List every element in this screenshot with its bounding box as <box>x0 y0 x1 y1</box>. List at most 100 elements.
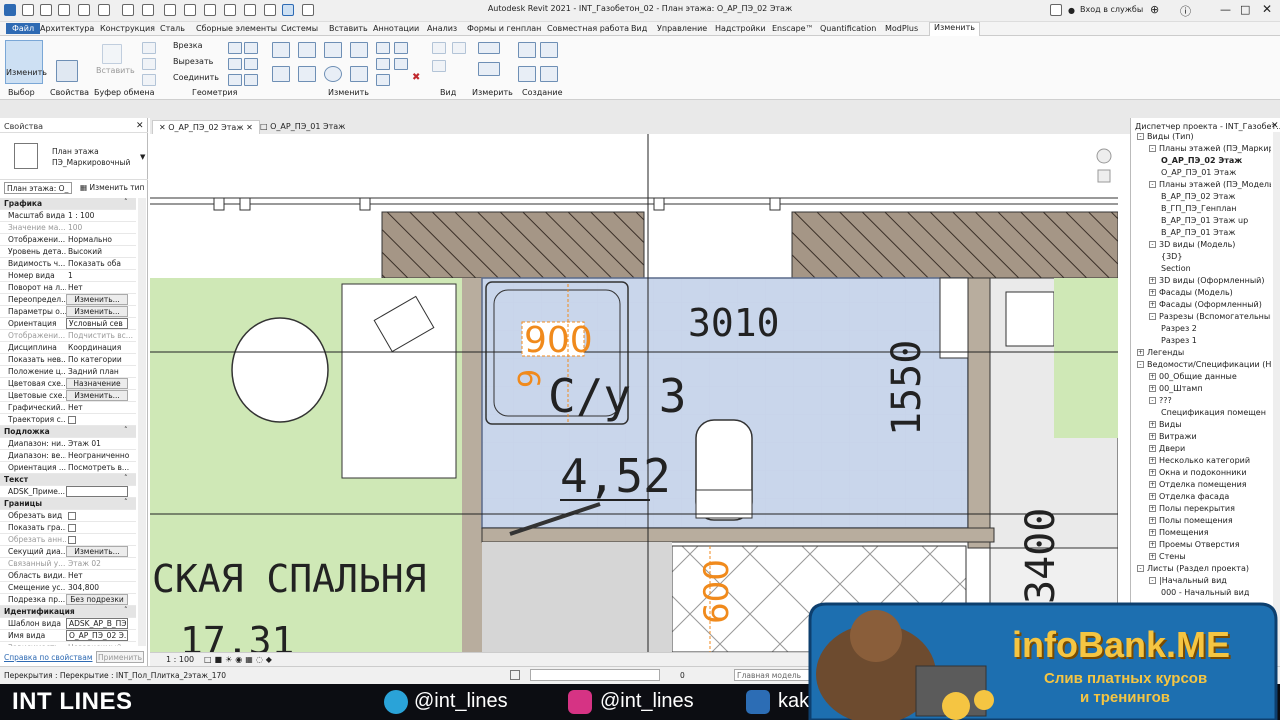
browser-item[interactable]: - Планы этажей (ПЭ_Модель <box>1149 180 1271 189</box>
browser-item[interactable]: Section <box>1161 264 1191 273</box>
property-value[interactable]: Независимый <box>68 643 134 646</box>
tab-13[interactable]: Надстройки <box>715 24 766 33</box>
property-value[interactable]: Координация <box>68 343 134 352</box>
browser-item[interactable]: + Окна и подоконники <box>1149 468 1247 477</box>
rotate-icon[interactable] <box>324 66 342 82</box>
tab-2[interactable]: Конструкция <box>100 24 155 33</box>
browser-item[interactable]: + Несколько категорий <box>1149 456 1250 465</box>
property-row[interactable]: Цветовая схе... Назначение <box>0 378 136 390</box>
browser-item[interactable]: + Полы помещения <box>1149 516 1233 525</box>
property-row[interactable]: Имя вида О_АР_ПЭ_02 Э... <box>0 630 136 642</box>
close-icon[interactable]: ✕ <box>159 123 166 132</box>
offset-icon[interactable] <box>298 42 316 58</box>
property-checkbox[interactable] <box>68 536 76 544</box>
expand-icon[interactable]: + <box>1149 385 1156 392</box>
property-edit-button[interactable]: Изменить... <box>66 390 128 401</box>
property-value[interactable]: Нормально <box>68 235 134 244</box>
tab-0[interactable]: Файл <box>6 23 41 34</box>
property-input[interactable]: Условный сев <box>66 318 128 329</box>
property-section[interactable]: Подложка ˄ <box>0 426 136 438</box>
collapse-icon[interactable]: - <box>1149 145 1156 152</box>
property-checkbox[interactable] <box>68 512 76 520</box>
tab-8[interactable]: Анализ <box>427 24 457 33</box>
property-edit-button[interactable]: Назначение <box>66 378 128 389</box>
cope-label[interactable]: Врезка <box>173 41 202 50</box>
collapse-icon[interactable]: ˄ <box>124 198 128 206</box>
browser-item[interactable]: + Проемы Отверстия <box>1149 540 1240 549</box>
property-value[interactable]: Нет <box>68 571 134 580</box>
geom-icon-1[interactable] <box>228 42 242 54</box>
tab-16[interactable]: ModPlus <box>885 24 918 33</box>
expand-icon[interactable]: + <box>1149 529 1156 536</box>
geom-icon-5[interactable] <box>228 74 242 86</box>
ribbon-group-1[interactable]: Свойства <box>50 88 89 97</box>
property-row[interactable]: Диапазон: ве... Неограниченно <box>0 450 136 462</box>
cut-icon[interactable] <box>142 42 156 54</box>
create-group-icon[interactable] <box>518 66 536 82</box>
property-edit-button[interactable]: Изменить... <box>66 306 128 317</box>
join-label[interactable]: Соединить <box>173 73 219 82</box>
expand-icon[interactable]: + <box>1149 373 1156 380</box>
browser-item[interactable]: В_АР_ПЭ_01 Этаж <box>1161 228 1235 237</box>
property-input[interactable] <box>66 486 128 497</box>
property-value[interactable]: Подчистить вс... <box>68 331 134 340</box>
collapse-icon[interactable]: ˄ <box>124 606 128 614</box>
expand-icon[interactable]: + <box>1149 277 1156 284</box>
property-value[interactable]: Задний план <box>68 367 134 376</box>
property-row[interactable]: Уровень дета... Высокий <box>0 246 136 258</box>
property-value[interactable]: 1 : 100 <box>68 211 134 220</box>
property-row[interactable]: Ориентация Условный сев <box>0 318 136 330</box>
create-part-icon[interactable] <box>518 42 536 58</box>
minimize-icon[interactable]: — <box>1220 3 1231 16</box>
expand-icon[interactable]: + <box>1149 445 1156 452</box>
expand-icon[interactable]: + <box>1149 505 1156 512</box>
property-row[interactable]: Смещение ус... 304,800 <box>0 582 136 594</box>
collapse-icon[interactable]: ˄ <box>124 474 128 482</box>
mirror-draw-icon[interactable] <box>350 42 368 58</box>
browser-item[interactable]: +00_Штамп <box>1149 384 1203 393</box>
dimension-900[interactable]: 900 <box>524 320 593 361</box>
tab-view-01[interactable]: □ О_АР_ПЭ_01 Этаж <box>254 120 351 134</box>
browser-item[interactable]: В_АР_ПЭ_02 Этаж <box>1161 192 1235 201</box>
geom-icon-4[interactable] <box>244 58 258 70</box>
geom-icon-2[interactable] <box>244 42 258 54</box>
property-value[interactable]: По категории <box>68 355 134 364</box>
expand-icon[interactable]: + <box>1149 301 1156 308</box>
chevron-down-icon[interactable]: ▼ <box>140 153 145 161</box>
browser-scrollbar[interactable] <box>1273 132 1280 666</box>
bedroom-name[interactable]: СКАЯ СПАЛЬНЯ <box>152 557 427 601</box>
room-area[interactable]: 4,52 <box>560 449 671 503</box>
measure-tool-icon[interactable] <box>478 42 500 54</box>
property-row[interactable]: Траектория с... <box>0 414 136 426</box>
browser-item[interactable]: +3D виды (Оформленный) <box>1149 276 1265 285</box>
property-value[interactable]: 304,800 <box>68 583 134 592</box>
property-row[interactable]: Цветовые схе... Изменить... <box>0 390 136 402</box>
property-input[interactable]: О_АР_ПЭ_02 Э... <box>66 630 128 641</box>
property-row[interactable]: Графический... Нет <box>0 402 136 414</box>
property-row[interactable]: Подрезка пр... Без подрезки <box>0 594 136 606</box>
collapse-icon[interactable]: - <box>1137 133 1144 140</box>
browser-item[interactable]: Спецификация помещен <box>1161 408 1266 417</box>
split-icon[interactable] <box>376 42 390 54</box>
property-value[interactable]: Высокий <box>68 247 134 256</box>
instance-selector[interactable]: План этажа: О_ <box>4 182 72 194</box>
property-value[interactable]: Этаж 01 <box>68 439 134 448</box>
property-row[interactable]: Параметры о... Изменить... <box>0 306 136 318</box>
expand-icon[interactable]: + <box>1149 469 1156 476</box>
mirror-axis-icon[interactable] <box>324 42 342 58</box>
design-option-field[interactable]: Главная модель <box>734 669 814 681</box>
browser-item[interactable]: - Разрезы (Вспомогательный <box>1149 312 1271 321</box>
delete-icon[interactable]: ✖ <box>412 72 422 84</box>
scale-icon[interactable] <box>394 58 408 70</box>
browser-item[interactable]: -??? <box>1149 396 1172 405</box>
expand-icon[interactable]: + <box>1149 493 1156 500</box>
help-icon[interactable]: ⓘ <box>1180 3 1191 19</box>
ribbon-group-0[interactable]: Выбор <box>8 88 35 97</box>
ribbon-group-2[interactable]: Буфер обмена <box>94 88 155 97</box>
collapse-icon[interactable]: ˄ <box>124 426 128 434</box>
apply-button[interactable]: Применить <box>96 651 144 663</box>
property-row[interactable]: Положение ц... Задний план <box>0 366 136 378</box>
property-section[interactable]: Идентификация ˄ <box>0 606 136 618</box>
tab-4[interactable]: Сборные элементы <box>196 24 277 33</box>
browser-item[interactable]: О_АР_ПЭ_01 Этаж <box>1161 168 1236 177</box>
